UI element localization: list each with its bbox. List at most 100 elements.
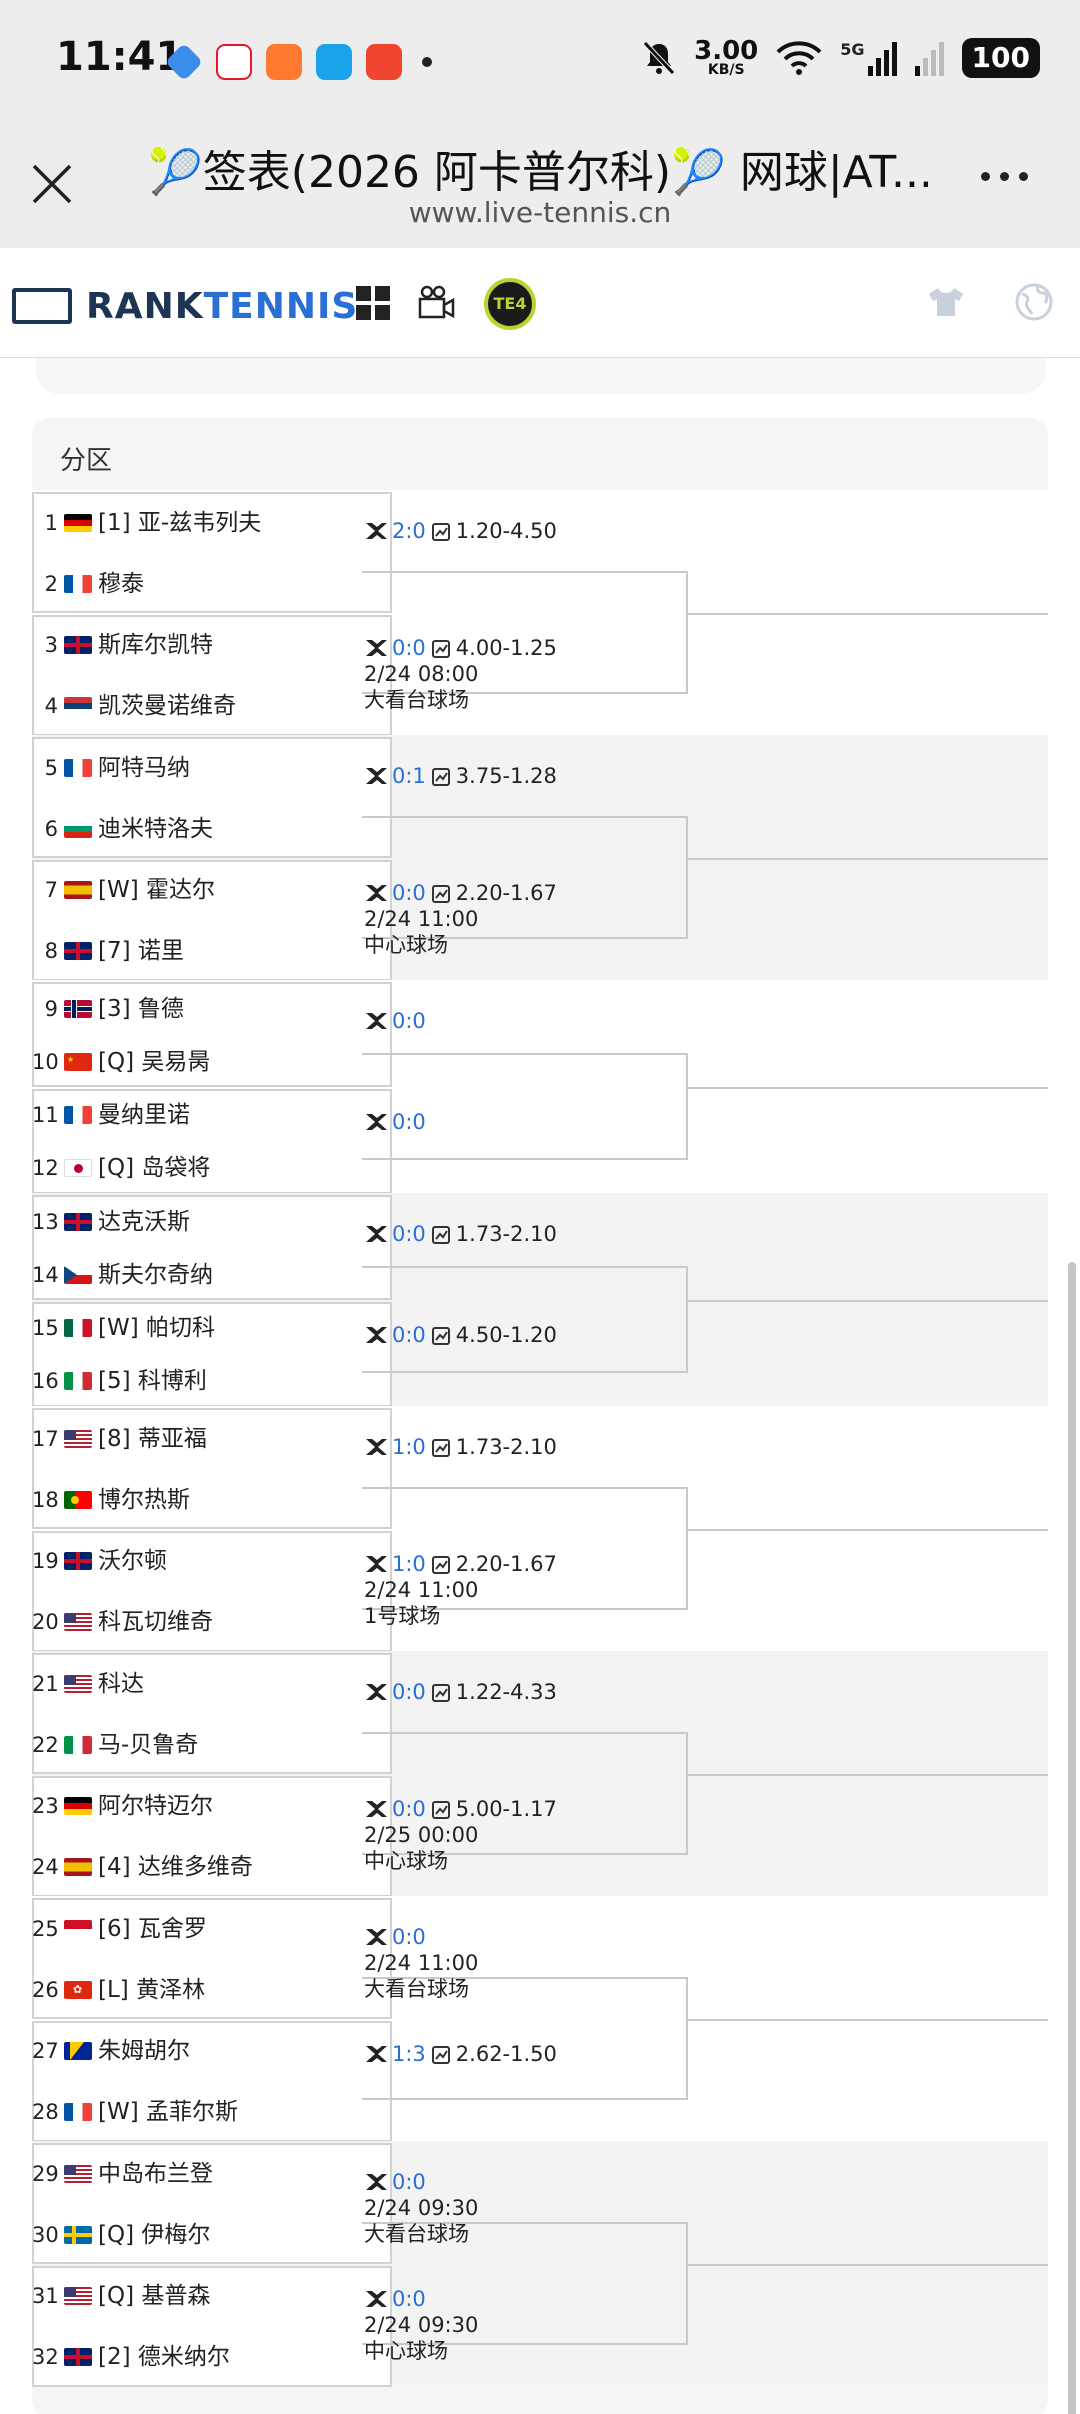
player-row[interactable]: 6 迪米特洛夫 — [32, 809, 392, 849]
player-name[interactable]: [2] 德米纳尔 — [98, 2344, 230, 2370]
match-info[interactable]: 0:0 1.73-2.10 — [364, 1221, 557, 1247]
player-name[interactable]: [W] 帕切科 — [98, 1315, 215, 1341]
player-row[interactable]: 31 [Q] 基普森 — [32, 2276, 392, 2316]
h2h-score[interactable]: 0:0 — [392, 1680, 426, 1704]
player-name[interactable]: 沃尔顿 — [98, 1548, 167, 1574]
h2h-score[interactable]: 1:3 — [392, 2042, 426, 2066]
player-row[interactable]: 16 [5] 科博利 — [32, 1361, 392, 1401]
player-row[interactable]: 12 [Q] 岛袋将 — [32, 1148, 392, 1188]
player-row[interactable]: 28 [W] 孟菲尔斯 — [32, 2092, 392, 2132]
match-info[interactable]: 0:0 4.00-1.25 2/24 08:00 大看台球场 — [364, 635, 557, 713]
match-info[interactable]: 2:0 1.20-4.50 — [364, 518, 557, 544]
player-row[interactable]: 11 曼纳里诺 — [32, 1095, 392, 1135]
player-name[interactable]: 曼纳里诺 — [98, 1102, 190, 1128]
player-name[interactable]: 穆泰 — [98, 571, 144, 597]
player-row[interactable]: 23 阿尔特迈尔 — [32, 1786, 392, 1826]
player-row[interactable]: 27 朱姆胡尔 — [32, 2031, 392, 2071]
h2h-score[interactable]: 0:0 — [392, 1323, 426, 1347]
match-info[interactable]: 0:0 2/24 11:00 大看台球场 — [364, 1924, 478, 2002]
h2h-score[interactable]: 0:0 — [392, 636, 426, 660]
player-row[interactable]: 8 [7] 诺里 — [32, 931, 392, 971]
player-row[interactable]: 30 [Q] 伊梅尔 — [32, 2215, 392, 2255]
player-row[interactable]: 2 穆泰 — [32, 564, 392, 604]
player-name[interactable]: 中岛布兰登 — [98, 2161, 213, 2187]
player-name[interactable]: 科瓦切维奇 — [98, 1609, 213, 1635]
h2h-score[interactable]: 0:1 — [392, 764, 426, 788]
player-name[interactable]: [7] 诺里 — [98, 938, 184, 964]
match-info[interactable]: 0:0 2/24 09:30 大看台球场 — [364, 2169, 478, 2247]
player-row[interactable]: 3 斯库尔凯特 — [32, 625, 392, 665]
h2h-score[interactable]: 0:0 — [392, 881, 426, 905]
h2h-score[interactable]: 1:0 — [392, 1552, 426, 1576]
player-name[interactable]: 博尔热斯 — [98, 1487, 190, 1513]
player-row[interactable]: 4 凯茨曼诺维奇 — [32, 686, 392, 726]
match-info[interactable]: 0:1 3.75-1.28 — [364, 763, 557, 789]
player-name[interactable]: 阿特马纳 — [98, 755, 190, 781]
h2h-score[interactable]: 0:0 — [392, 1797, 426, 1821]
more-options-icon[interactable] — [981, 172, 1028, 181]
player-row[interactable]: 14 斯夫尔奇纳 — [32, 1255, 392, 1295]
player-name[interactable]: 迪米特洛夫 — [98, 816, 213, 842]
player-row[interactable]: 17 [8] 蒂亚福 — [32, 1419, 392, 1459]
h2h-score[interactable]: 2:0 — [392, 519, 426, 543]
match-info[interactable]: 1:3 2.62-1.50 — [364, 2041, 557, 2067]
site-logo[interactable]: RANKTENNIS — [86, 286, 358, 327]
player-name[interactable]: [W] 霍达尔 — [98, 877, 215, 903]
h2h-score[interactable]: 0:0 — [392, 1009, 426, 1033]
match-info[interactable]: 0:0 5.00-1.17 2/25 00:00 中心球场 — [364, 1796, 557, 1874]
player-name[interactable]: [Q] 岛袋将 — [98, 1155, 210, 1181]
player-name[interactable]: 朱姆胡尔 — [98, 2038, 190, 2064]
player-name[interactable]: 阿尔特迈尔 — [98, 1793, 213, 1819]
match-info[interactable]: 0:0 2.20-1.67 2/24 11:00 中心球场 — [364, 880, 557, 958]
scrollbar[interactable] — [1068, 1262, 1076, 2414]
h2h-score[interactable]: 0:0 — [392, 1222, 426, 1246]
player-name[interactable]: [3] 鲁德 — [98, 996, 184, 1022]
player-name[interactable]: [Q] 吴易昺 — [98, 1049, 210, 1075]
match-info[interactable]: 0:0 2/24 09:30 中心球场 — [364, 2286, 478, 2364]
player-row[interactable]: 10 ★ [Q] 吴易昺 — [32, 1042, 392, 1082]
h2h-score[interactable]: 1:0 — [392, 1435, 426, 1459]
player-name[interactable]: [Q] 基普森 — [98, 2283, 210, 2309]
player-row[interactable]: 9 [3] 鲁德 — [32, 989, 392, 1029]
shirt-icon[interactable] — [928, 286, 964, 318]
player-row[interactable]: 32 [2] 德米纳尔 — [32, 2337, 392, 2377]
match-info[interactable]: 0:0 4.50-1.20 — [364, 1322, 557, 1348]
player-name[interactable]: [4] 达维多维奇 — [98, 1854, 253, 1880]
match-info[interactable]: 1:0 2.20-1.67 2/24 11:00 1号球场 — [364, 1551, 557, 1629]
logo-icon[interactable] — [12, 288, 72, 324]
player-name[interactable]: [6] 瓦舍罗 — [98, 1916, 207, 1942]
grid-icon[interactable] — [356, 286, 390, 320]
h2h-score[interactable]: 0:0 — [392, 2170, 426, 2194]
globe-icon[interactable] — [1014, 282, 1054, 322]
player-row[interactable]: 29 中岛布兰登 — [32, 2154, 392, 2194]
player-name[interactable]: 科达 — [98, 1671, 144, 1697]
player-row[interactable]: 5 阿特马纳 — [32, 748, 392, 788]
h2h-score[interactable]: 0:0 — [392, 2287, 426, 2311]
player-row[interactable]: 1 [1] 亚-兹韦列夫 — [32, 503, 392, 543]
player-row[interactable]: 24 [4] 达维多维奇 — [32, 1847, 392, 1887]
te4-logo[interactable]: TE4 — [484, 278, 536, 330]
video-camera-icon[interactable] — [418, 284, 456, 322]
player-row[interactable]: 18 博尔热斯 — [32, 1480, 392, 1520]
h2h-score[interactable]: 0:0 — [392, 1110, 426, 1134]
player-row[interactable]: 13 达克沃斯 — [32, 1202, 392, 1242]
player-name[interactable]: [5] 科博利 — [98, 1368, 207, 1394]
player-row[interactable]: 26 ✿ [L] 黄泽林 — [32, 1970, 392, 2010]
player-row[interactable]: 20 科瓦切维奇 — [32, 1602, 392, 1642]
player-name[interactable]: 斯夫尔奇纳 — [98, 1262, 213, 1288]
player-row[interactable]: 19 沃尔顿 — [32, 1541, 392, 1581]
player-name[interactable]: [1] 亚-兹韦列夫 — [98, 510, 261, 536]
player-name[interactable]: [L] 黄泽林 — [98, 1977, 205, 2003]
player-name[interactable]: 斯库尔凯特 — [98, 632, 213, 658]
h2h-score[interactable]: 0:0 — [392, 1925, 426, 1949]
player-row[interactable]: 7 [W] 霍达尔 — [32, 870, 392, 910]
player-row[interactable]: 25 [6] 瓦舍罗 — [32, 1909, 392, 1949]
player-name[interactable]: 凯茨曼诺维奇 — [98, 693, 236, 719]
player-name[interactable]: 马-贝鲁奇 — [98, 1732, 198, 1758]
match-info[interactable]: 0:0 — [364, 1109, 426, 1135]
player-row[interactable]: 21 科达 — [32, 1664, 392, 1704]
player-name[interactable]: [8] 蒂亚福 — [98, 1426, 207, 1452]
match-info[interactable]: 0:0 — [364, 1008, 426, 1034]
player-row[interactable]: 22 马-贝鲁奇 — [32, 1725, 392, 1765]
player-name[interactable]: 达克沃斯 — [98, 1209, 190, 1235]
